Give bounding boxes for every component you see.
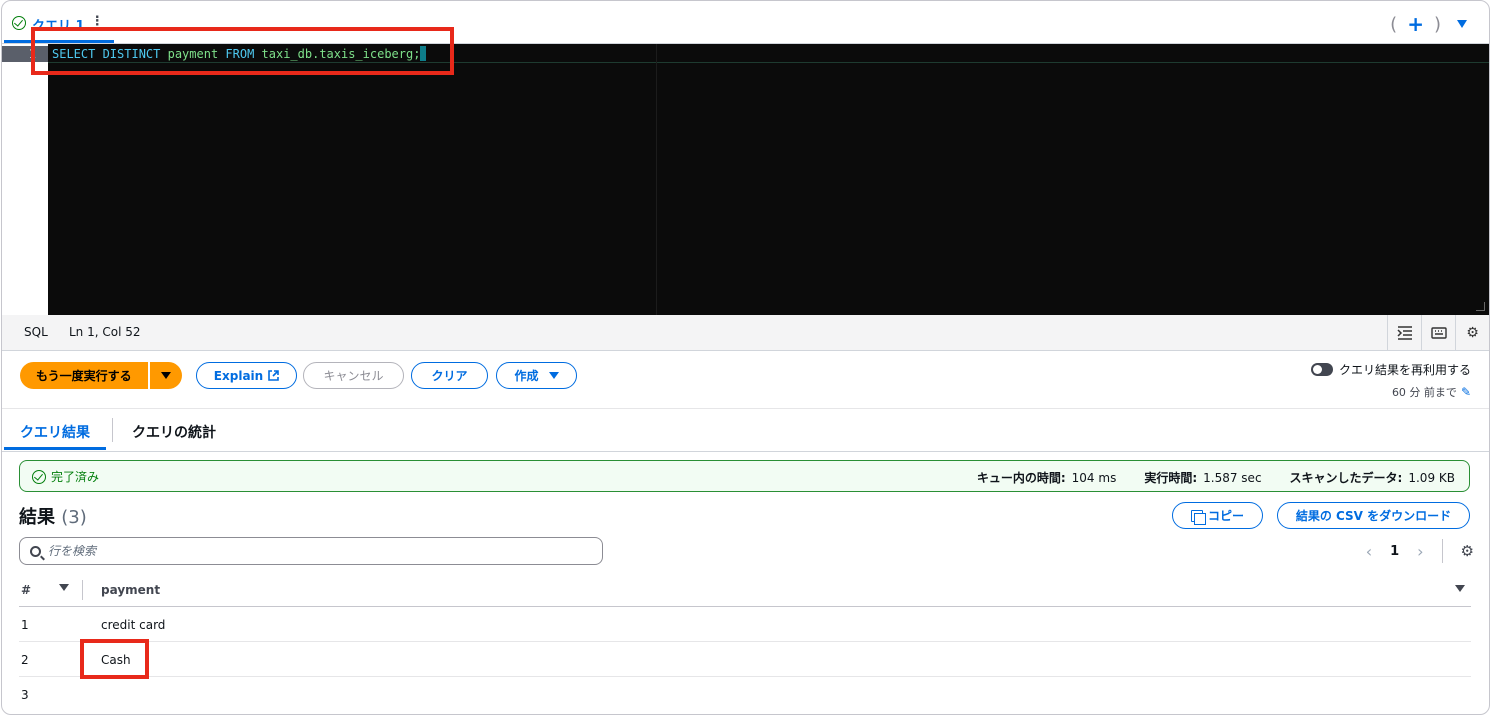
editor-gutter: 1 (2, 44, 48, 315)
explain-label: Explain (213, 368, 264, 383)
query-stats: キュー内の時間: 104 ms 実行時間: 1.587 sec スキャンしたデータ:… (977, 469, 1455, 486)
external-link-icon (268, 370, 280, 381)
clear-label: クリア (431, 369, 468, 383)
column-header-index: # (21, 583, 32, 597)
row-index: 1 (21, 618, 29, 632)
column-header-payment[interactable]: payment (101, 583, 160, 597)
copy-icon (1190, 509, 1206, 525)
editor-status-bar: SQL Ln 1, Col 52 ⚙ (2, 315, 1489, 351)
explain-button[interactable]: Explain (196, 362, 297, 389)
reuse-toggle[interactable] (1310, 363, 1333, 376)
reuse-results-control: クエリ結果を再利用する 60 分 前まで ✎ (1310, 361, 1471, 400)
create-label: 作成 (514, 369, 539, 383)
reuse-label: クエリ結果を再利用する (1338, 363, 1471, 377)
data-scanned-label: スキャンしたデータ: (1289, 471, 1403, 485)
add-tab-button[interactable]: + (1407, 12, 1424, 36)
cursor-position: Ln 1, Col 52 (69, 325, 141, 339)
prev-page-icon[interactable]: ‹ (1366, 542, 1372, 561)
tab-divider (112, 418, 113, 442)
queue-time-value: 104 ms (1071, 471, 1117, 485)
pagination: ‹ 1 › ⚙ (1366, 537, 1474, 565)
check-circle-icon (32, 469, 46, 484)
results-count: (3) (61, 507, 87, 528)
exec-time-value: 1.587 sec (1203, 471, 1262, 485)
cell-payment: credit card (101, 618, 166, 632)
sql-editor[interactable]: 1 SELECT DISTINCT payment FROM taxi_db.t… (2, 44, 1489, 315)
paren-left: ( (1390, 13, 1398, 35)
settings-gear-icon[interactable]: ⚙ (1455, 315, 1489, 351)
sort-caret-icon[interactable] (1455, 585, 1465, 592)
result-tabs: クエリ結果 クエリの統計 (2, 409, 1489, 452)
reuse-toggle-row: クエリ結果を再利用する (1310, 361, 1471, 378)
tab-controls: ( + ) (1390, 12, 1467, 36)
run-dropdown-button[interactable] (149, 362, 182, 389)
status-completed: 完了済み (32, 468, 99, 485)
search-icon (30, 545, 41, 557)
results-table: # payment 1 credit card 2 Cash 3 (19, 572, 1471, 712)
caret-down-icon (548, 372, 559, 379)
status-text: 完了済み (51, 470, 100, 484)
paren-right: ) (1433, 13, 1441, 35)
download-csv-button[interactable]: 結果の CSV をダウンロード (1277, 502, 1470, 529)
edit-pencil-icon[interactable]: ✎ (1461, 385, 1471, 399)
table-row: 3 (19, 677, 1471, 712)
table-settings-gear-icon[interactable]: ⚙ (1461, 542, 1474, 560)
tab-query-results[interactable]: クエリ結果 (4, 422, 106, 450)
row-index: 3 (21, 688, 29, 702)
create-button[interactable]: 作成 (496, 362, 577, 389)
data-scanned: スキャンしたデータ: 1.09 KB (1290, 469, 1455, 486)
keyboard-icon[interactable] (1421, 315, 1455, 351)
print-margin (656, 44, 657, 315)
cancel-label: キャンセル (323, 369, 384, 383)
table-row: 2 Cash (19, 642, 1471, 677)
results-title: 結果 (3) (19, 503, 87, 529)
success-banner: 完了済み キュー内の時間: 104 ms 実行時間: 1.587 sec スキャンし… (19, 460, 1470, 492)
resize-handle-icon[interactable] (1476, 302, 1485, 311)
row-search-box (19, 537, 603, 565)
highlight-box-query (31, 27, 454, 75)
format-icon[interactable] (1387, 315, 1421, 351)
row-search-input[interactable] (48, 544, 588, 558)
reuse-age: 60 分 前まで (1391, 386, 1457, 399)
clear-button[interactable]: クリア (411, 362, 488, 389)
status-bar-icons: ⚙ (1387, 315, 1489, 351)
queue-time: キュー内の時間: 104 ms (977, 469, 1116, 486)
download-csv-label: 結果の CSV をダウンロード (1295, 509, 1452, 523)
table-row: 1 credit card (19, 607, 1471, 642)
queue-time-label: キュー内の時間: (976, 471, 1066, 485)
table-header: # payment (19, 572, 1471, 607)
column-divider[interactable] (82, 580, 83, 600)
cancel-button[interactable]: キャンセル (303, 362, 404, 389)
language-indicator: SQL (24, 325, 48, 339)
copy-label: コピー (1207, 509, 1244, 523)
current-page[interactable]: 1 (1390, 544, 1399, 559)
reuse-age-row: 60 分 前まで ✎ (1311, 384, 1471, 400)
data-scanned-value: 1.09 KB (1408, 471, 1455, 485)
query-actions-bar: もう一度実行する Explain キャンセル クリア 作成 クエリ結果を再利用す… (2, 351, 1489, 409)
row-index: 2 (21, 653, 29, 667)
exec-time: 実行時間: 1.587 sec (1144, 469, 1261, 486)
filter-caret-icon[interactable] (59, 584, 69, 591)
highlight-box-cash (80, 639, 149, 679)
tab-dropdown-icon[interactable] (1457, 20, 1467, 28)
copy-button[interactable]: コピー (1172, 502, 1263, 529)
results-title-text: 結果 (19, 507, 55, 528)
run-again-split-button: もう一度実行する (20, 362, 182, 389)
caret-down-icon (160, 372, 171, 379)
run-again-button[interactable]: もう一度実行する (20, 362, 148, 389)
pager-divider (1441, 539, 1443, 563)
exec-time-label: 実行時間: (1144, 471, 1198, 485)
check-circle-icon (12, 16, 26, 30)
tab-query-stats[interactable]: クエリの統計 (132, 422, 216, 442)
code-area[interactable]: SELECT DISTINCT payment FROM taxi_db.tax… (48, 44, 1489, 315)
next-page-icon[interactable]: › (1417, 542, 1423, 561)
